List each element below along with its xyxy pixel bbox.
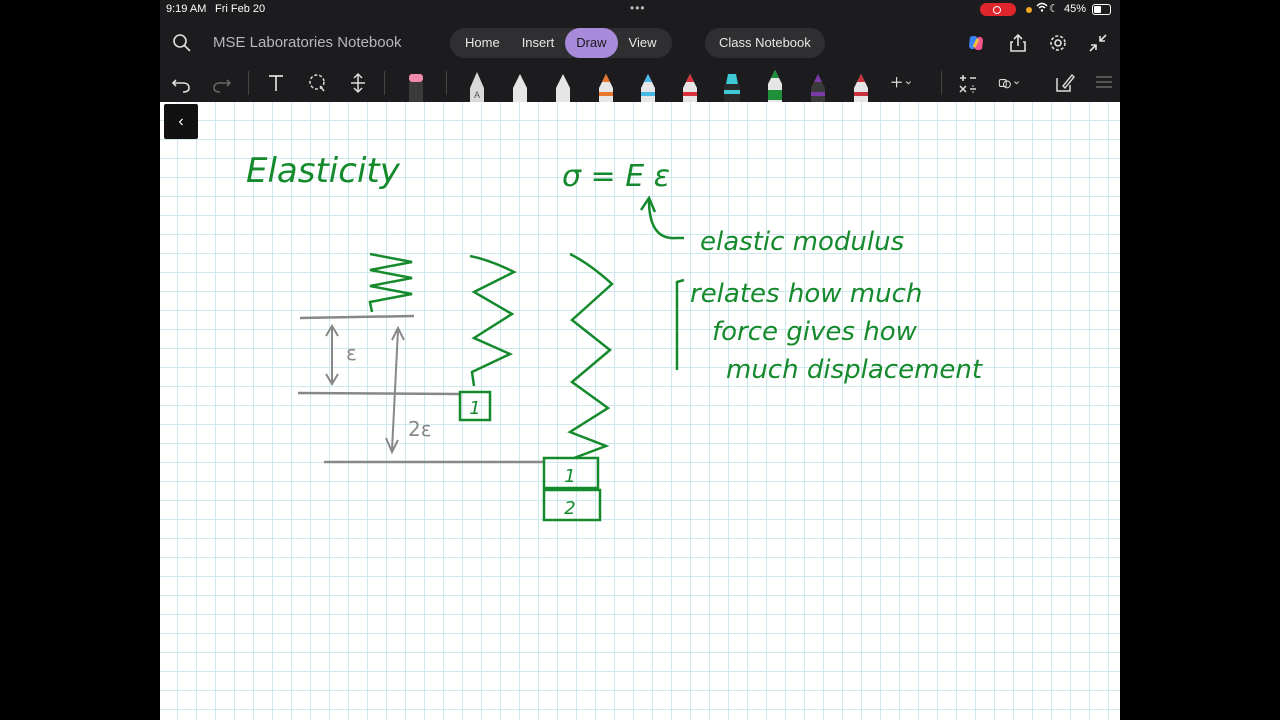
highlighter-cyan-icon[interactable] [723,70,741,102]
handwritten-notes: Elasticity σ = E ε elastic modulus relat… [246,151,983,522]
convert-ink-icon[interactable] [1054,72,1076,94]
spring-two-masses [567,252,614,460]
pen-white-icon[interactable] [511,70,529,102]
modulus-label: elastic modulus [700,227,904,257]
strain-double-label: 2ε [408,417,432,441]
add-pen-icon[interactable] [890,72,912,94]
explanation-line-1: relates how much [690,279,922,309]
mass-2-label: 2 [564,498,575,519]
status-bar: 9:19 AM Fri Feb 20 ••• ☾ 45% [160,0,1120,20]
battery-icon [1092,4,1111,15]
battery-percent: 45% [1064,3,1087,15]
text-tool-icon[interactable] [265,72,287,94]
insert-space-icon[interactable] [347,72,369,94]
screen-recording-icon[interactable] [980,3,1016,16]
ribbon-tabs: Home Insert Draw View [450,28,672,58]
notebook-title[interactable]: MSE Laboratories Notebook [213,34,401,51]
reference-line-top [299,314,415,320]
pencil-icon[interactable]: A [468,70,486,102]
pen-purple-icon[interactable] [809,70,827,102]
toolbar-divider [384,71,385,95]
multitasking-dots-icon[interactable]: ••• [630,1,646,15]
pen-blue-icon[interactable] [639,70,657,102]
modulus-arrow [647,199,684,240]
status-date: Fri Feb 20 [215,3,266,15]
strain-double-arrow [385,325,405,455]
mic-indicator-icon [1026,7,1032,13]
pen-red-icon[interactable] [681,70,699,102]
wifi-icon [1036,2,1048,15]
pen-white-2-icon[interactable] [554,70,572,102]
copilot-icon[interactable] [966,33,986,53]
reference-line-middle [297,391,461,396]
explanation-line-2: force gives how [712,317,918,347]
mass-1b-label: 1 [564,466,575,487]
note-equation: σ = E ε [562,159,670,194]
compressed-spring [368,252,413,313]
svg-text:A: A [474,90,480,100]
explanation-line-3: much displacement [726,355,983,385]
lasso-select-icon[interactable] [306,72,328,94]
tab-draw[interactable]: Draw [565,28,618,58]
tab-home[interactable]: Home [454,28,511,58]
share-icon[interactable] [1008,33,1028,53]
search-icon[interactable] [172,33,192,53]
explanation-bracket [675,278,685,370]
spring-one-mass [469,254,517,387]
note-title: Elasticity [246,151,401,191]
eraser-icon[interactable] [407,70,425,102]
collapse-icon[interactable] [1088,33,1108,53]
toolbar-divider [248,71,249,95]
focus-moon-icon: ☾ [1049,3,1059,15]
more-tools-icon[interactable] [1093,72,1115,94]
strain-small-label: ε [346,341,357,365]
app-header: MSE Laboratories Notebook Home Insert Dr… [160,22,1120,64]
shapes-icon[interactable] [998,72,1020,94]
ipad-screen: 9:19 AM Fri Feb 20 ••• ☾ 45% MSE Laborat… [160,0,1120,720]
tab-view[interactable]: View [618,28,668,58]
undo-icon[interactable] [170,72,192,94]
settings-gear-icon[interactable] [1048,33,1068,53]
class-notebook-button[interactable]: Class Notebook [705,28,825,58]
toolbar-divider [446,71,447,95]
mass-1a-label: 1 [469,398,480,419]
tab-insert[interactable]: Insert [511,28,566,58]
pen-red-2-icon[interactable] [852,70,870,102]
math-icon[interactable] [957,72,979,94]
toolbar-divider [941,71,942,95]
pen-orange-icon[interactable] [597,70,615,102]
pen-green-icon[interactable] [766,70,784,102]
strain-arrow [325,324,339,386]
status-time: 9:19 AM [166,3,207,15]
redo-icon[interactable] [211,72,233,94]
draw-toolbar: A [160,64,1120,102]
